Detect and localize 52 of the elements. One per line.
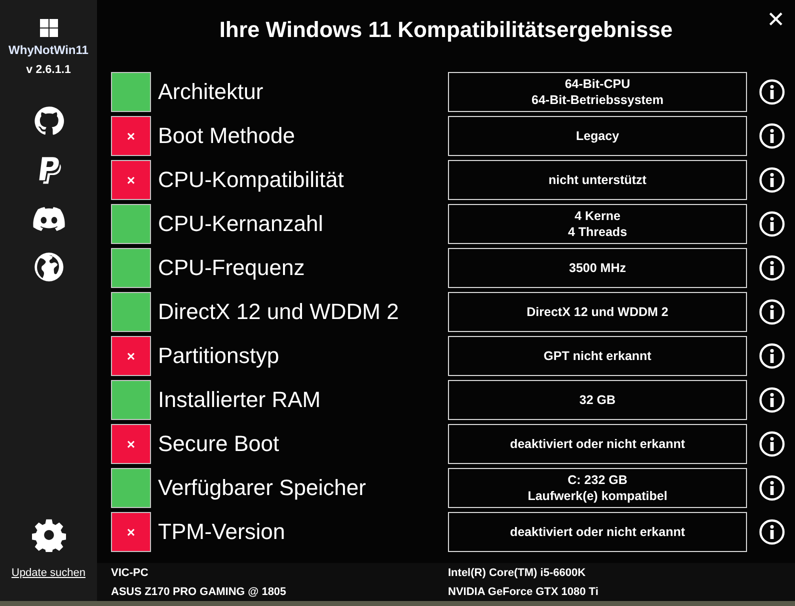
info-icon[interactable] — [759, 255, 785, 281]
check-label: TPM-Version — [157, 519, 286, 545]
fail-indicator: × — [111, 116, 151, 156]
check-label: Boot Methode — [157, 123, 296, 149]
globe-icon[interactable] — [34, 252, 64, 282]
check-label: DirectX 12 und WDDM 2 — [157, 299, 400, 325]
check-label: Verfügbarer Speicher — [157, 475, 367, 501]
github-icon[interactable] — [34, 106, 64, 136]
check-label: CPU-Kompatibilität — [157, 167, 345, 193]
info-icon[interactable] — [759, 299, 785, 325]
window-title: Ihre Windows 11 Kompatibilitätsergebnisse — [219, 17, 673, 43]
windows-logo-icon — [40, 19, 58, 37]
system-info-text: NVIDIA GeForce GTX 1080 Ti — [448, 586, 598, 598]
result-box: 4 Kerne 4 Threads — [448, 204, 747, 244]
result-box: deaktiviert oder nicht erkannt — [448, 512, 747, 552]
info-icon[interactable] — [759, 123, 785, 149]
info-icon[interactable] — [759, 519, 785, 545]
system-info-text: ASUS Z170 PRO GAMING @ 1805 — [111, 586, 288, 598]
info-icon[interactable] — [759, 431, 785, 457]
info-icon[interactable] — [759, 475, 785, 501]
fail-indicator: × — [111, 160, 151, 200]
system-info-text: Intel(R) Core(TM) i5-6600K — [448, 566, 587, 578]
result-box: GPT nicht erkannt — [448, 336, 747, 376]
check-label: Secure Boot — [157, 431, 280, 457]
info-icon[interactable] — [759, 387, 785, 413]
check-label: CPU-Kernanzahl — [157, 211, 324, 237]
result-box: DirectX 12 und WDDM 2 — [448, 292, 747, 332]
info-icon[interactable] — [759, 343, 785, 369]
result-box: 64-Bit-CPU 64-Bit-Betriebssystem — [448, 72, 747, 112]
version-label: v 2.6.1.1 — [26, 64, 71, 76]
fail-indicator: × — [111, 336, 151, 376]
info-icon[interactable] — [759, 79, 785, 105]
discord-icon[interactable] — [32, 206, 64, 232]
system-info-text: VIC-PC — [111, 566, 150, 578]
result-box: deaktiviert oder nicht erkannt — [448, 424, 747, 464]
result-box: nicht unterstützt — [448, 160, 747, 200]
check-label: CPU-Frequenz — [157, 255, 306, 281]
settings-icon[interactable] — [32, 518, 66, 552]
result-box: Legacy — [448, 116, 747, 156]
result-box: 32 GB — [448, 380, 747, 420]
info-icon[interactable] — [759, 167, 785, 193]
update-link[interactable]: Update suchen — [12, 567, 86, 579]
check-label: Installierter RAM — [157, 387, 322, 413]
app-name: WhyNotWin11 — [8, 43, 88, 57]
check-label: Partitionstyp — [157, 343, 280, 369]
fail-indicator: × — [111, 512, 151, 552]
close-button[interactable]: ✕ — [762, 8, 789, 33]
result-box: C: 232 GB Laufwerk(e) kompatibel — [448, 468, 747, 508]
check-label: Architektur — [157, 79, 264, 105]
fail-indicator: × — [111, 424, 151, 464]
info-icon[interactable] — [759, 211, 785, 237]
result-box: 3500 MHz — [448, 248, 747, 288]
